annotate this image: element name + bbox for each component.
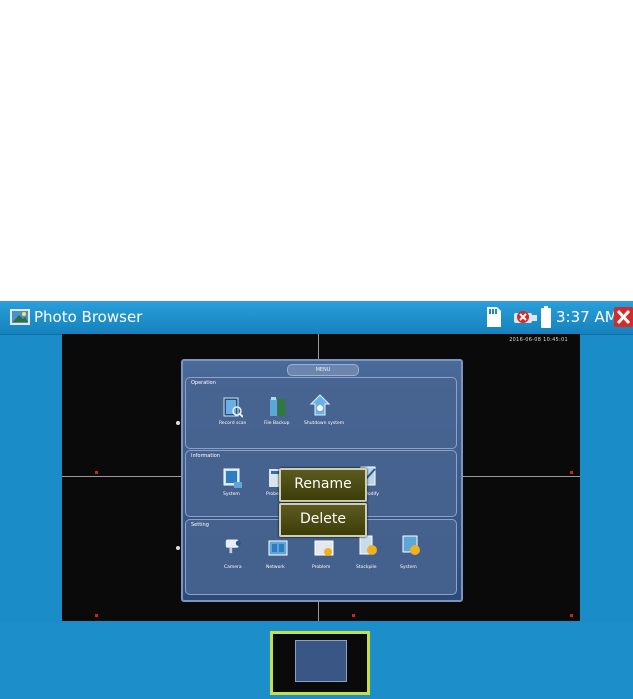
record-scan-icon	[223, 397, 243, 418]
camera-icon	[225, 539, 242, 554]
section-title: Setting	[191, 522, 209, 528]
marker-dot	[176, 546, 180, 550]
app-title: Photo Browser	[34, 308, 143, 326]
marker-dot	[570, 614, 573, 617]
thumbnail-preview	[295, 640, 347, 682]
title-bar: Photo Browser 3:37 AM	[0, 301, 633, 335]
probe-label: Probe	[266, 492, 279, 497]
shutdown-system-label: Shutdown system	[304, 421, 345, 426]
marker-dot	[95, 614, 98, 617]
section-title: Information	[191, 453, 220, 459]
device-screen: Photo Browser 3:37 AM 2016-06-08 10:45:0…	[0, 301, 633, 699]
file-backup-label: File Backup	[264, 421, 290, 426]
stockpile-label: Stockpile	[356, 565, 377, 570]
delete-button[interactable]: Delete	[279, 503, 367, 537]
network-label: Network	[266, 565, 285, 570]
usb-disconnected-icon	[514, 311, 537, 323]
problem-label: Problem	[312, 565, 331, 570]
shutdown-system-icon	[310, 394, 330, 416]
photo-browser-app-icon	[10, 309, 30, 325]
system-settings-label: System	[400, 565, 417, 570]
marker-dot	[570, 471, 573, 474]
close-icon[interactable]	[614, 307, 633, 327]
rename-button[interactable]: Rename	[279, 468, 367, 502]
clock-time: 3:37 AM	[556, 308, 618, 326]
stockpile-icon	[359, 535, 377, 555]
network-icon	[268, 540, 288, 556]
file-backup-icon	[270, 397, 285, 416]
record-scan-label: Record scan	[219, 421, 247, 426]
thumbnail-strip	[0, 623, 633, 699]
marker-dot	[176, 421, 180, 425]
system-info-label: System	[223, 492, 240, 497]
sd-card-icon	[487, 307, 501, 327]
section-title: Operation	[191, 380, 216, 386]
marker-dot	[95, 471, 98, 474]
photo-thumbnail[interactable]	[270, 631, 370, 695]
marker-dot	[352, 614, 355, 617]
system-settings-icon	[402, 535, 420, 555]
menu-title: MENU	[287, 364, 359, 376]
problem-icon	[314, 540, 334, 556]
photo-timestamp: 2016-06-08 10:45:01	[509, 337, 568, 343]
camera-label: Camera	[224, 565, 242, 570]
section-operation: Operation Record scan File Backup Shutdo…	[185, 377, 457, 449]
battery-icon	[541, 306, 551, 328]
system-info-icon	[223, 468, 242, 488]
